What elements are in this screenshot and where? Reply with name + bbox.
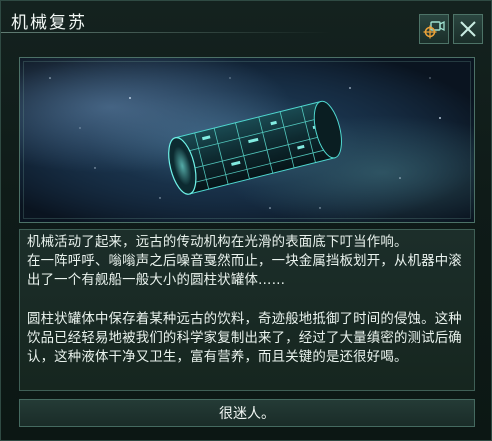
event-illustration (19, 57, 475, 223)
camera-target-icon (423, 20, 445, 39)
title-divider (1, 32, 331, 33)
camera-focus-button[interactable] (419, 14, 449, 44)
description-paragraph-1: 机械活动了起来，远古的传动机构在光滑的表面底下叮当作响。 在一阵呼呼、嗡嗡声之后… (27, 235, 462, 288)
close-icon (460, 21, 476, 37)
dialog-title: 机械复苏 (11, 13, 87, 33)
close-button[interactable] (453, 14, 483, 44)
event-dialog: 机械复苏 机械活动了起来，远古的传动机构在光滑的表面底下叮当作响。 在一阵呼呼、… (0, 0, 492, 441)
cylinder-tank-illustration (20, 58, 474, 222)
choice-button[interactable]: 很迷人。 (19, 399, 475, 427)
description-paragraph-2: 圆柱状罐体中保存着某种远古的饮料，奇迹般地抵御了时间的侵蚀。这种饮品已经轻易地被… (27, 312, 462, 365)
event-description: 机械活动了起来，远古的传动机构在光滑的表面底下叮当作响。 在一阵呼呼、嗡嗡声之后… (19, 229, 475, 391)
